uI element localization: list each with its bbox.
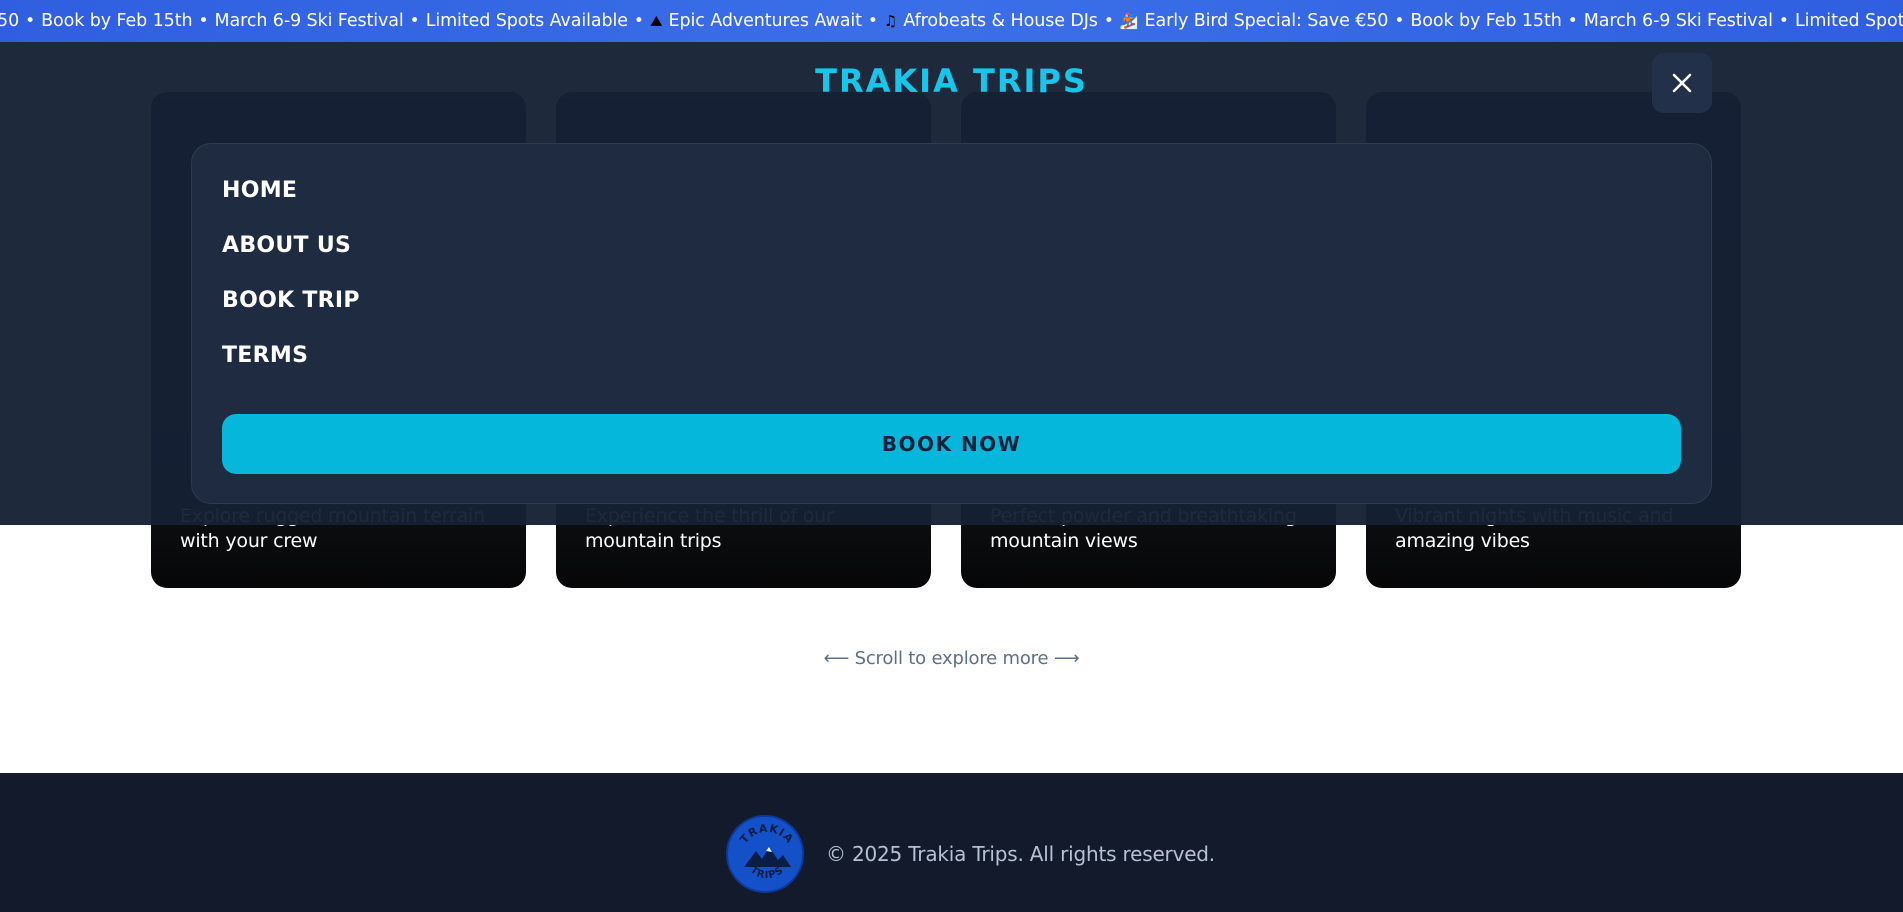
ticker-separator: •	[633, 11, 644, 31]
ticker-separator: •	[1567, 11, 1578, 31]
ticker-separator: •	[25, 11, 36, 31]
ticker-item: Epic Adventures Await	[668, 11, 862, 31]
svg-text:TRIPS: TRIPS	[748, 865, 786, 882]
mobile-menu-overlay: TRAKIA TRIPS HOME ABOUT US BOOK TRIP TER…	[0, 42, 1903, 525]
ticker-item: Book by Feb 15th	[1410, 11, 1562, 31]
nav-item-about-us[interactable]: ABOUT US	[222, 229, 360, 284]
ticker-separator: •	[198, 11, 209, 31]
announcement-ticker: €50•Book by Feb 15th•March 6-9 Ski Festi…	[0, 0, 1903, 42]
nav-list: HOME ABOUT US BOOK TRIP TERMS	[222, 174, 360, 394]
nav-item-home[interactable]: HOME	[222, 174, 360, 229]
footer-copyright: © 2025 Trakia Trips. All rights reserved…	[826, 842, 1215, 866]
ticker-separator: •	[1394, 11, 1405, 31]
ticker-separator: •	[1103, 11, 1114, 31]
ticker-emoji-icon: ♫	[883, 12, 898, 30]
menu-panel: HOME ABOUT US BOOK TRIP TERMS BOOK NOW	[191, 143, 1712, 504]
mountain-logo-icon: TRAKIA TRIPS	[738, 822, 797, 882]
ticker-separator: •	[409, 11, 420, 31]
ticker-item: Afrobeats & House DJs	[903, 11, 1098, 31]
ticker-item: March 6-9 Ski Festival	[214, 11, 404, 31]
nav-item-book-trip[interactable]: BOOK TRIP	[222, 284, 360, 339]
close-icon	[1672, 73, 1692, 93]
ticker-item: March 6-9 Ski Festival	[1583, 11, 1773, 31]
ticker-item: Book by Feb 15th	[41, 11, 193, 31]
ticker-track: €50•Book by Feb 15th•March 6-9 Ski Festi…	[0, 0, 1903, 42]
book-now-button[interactable]: BOOK NOW	[222, 414, 1681, 474]
nav-item-terms[interactable]: TERMS	[222, 339, 360, 394]
ticker-item: €50	[0, 11, 20, 31]
ticker-separator: •	[1778, 11, 1789, 31]
scroll-hint: ⟵ Scroll to explore more ⟶	[823, 648, 1080, 669]
close-menu-button[interactable]	[1652, 53, 1712, 113]
ticker-item: Limited Spots Available	[1794, 11, 1903, 31]
ticker-emoji-icon: 🏂	[1119, 12, 1139, 30]
svg-text:TRAKIA: TRAKIA	[738, 822, 797, 846]
ticker-emoji-icon: ⛰	[649, 12, 663, 30]
ticker-separator: •	[867, 11, 878, 31]
footer-content: TRAKIA TRIPS © 2025 Trakia Trips. All ri…	[726, 815, 1215, 893]
footer-logo: TRAKIA TRIPS	[726, 815, 804, 893]
ticker-item: Early Bird Special: Save €50	[1144, 11, 1389, 31]
brand-logo[interactable]: TRAKIA TRIPS	[0, 62, 1903, 100]
footer: TRAKIA TRIPS © 2025 Trakia Trips. All ri…	[0, 773, 1903, 912]
ticker-item: Limited Spots Available	[425, 11, 628, 31]
